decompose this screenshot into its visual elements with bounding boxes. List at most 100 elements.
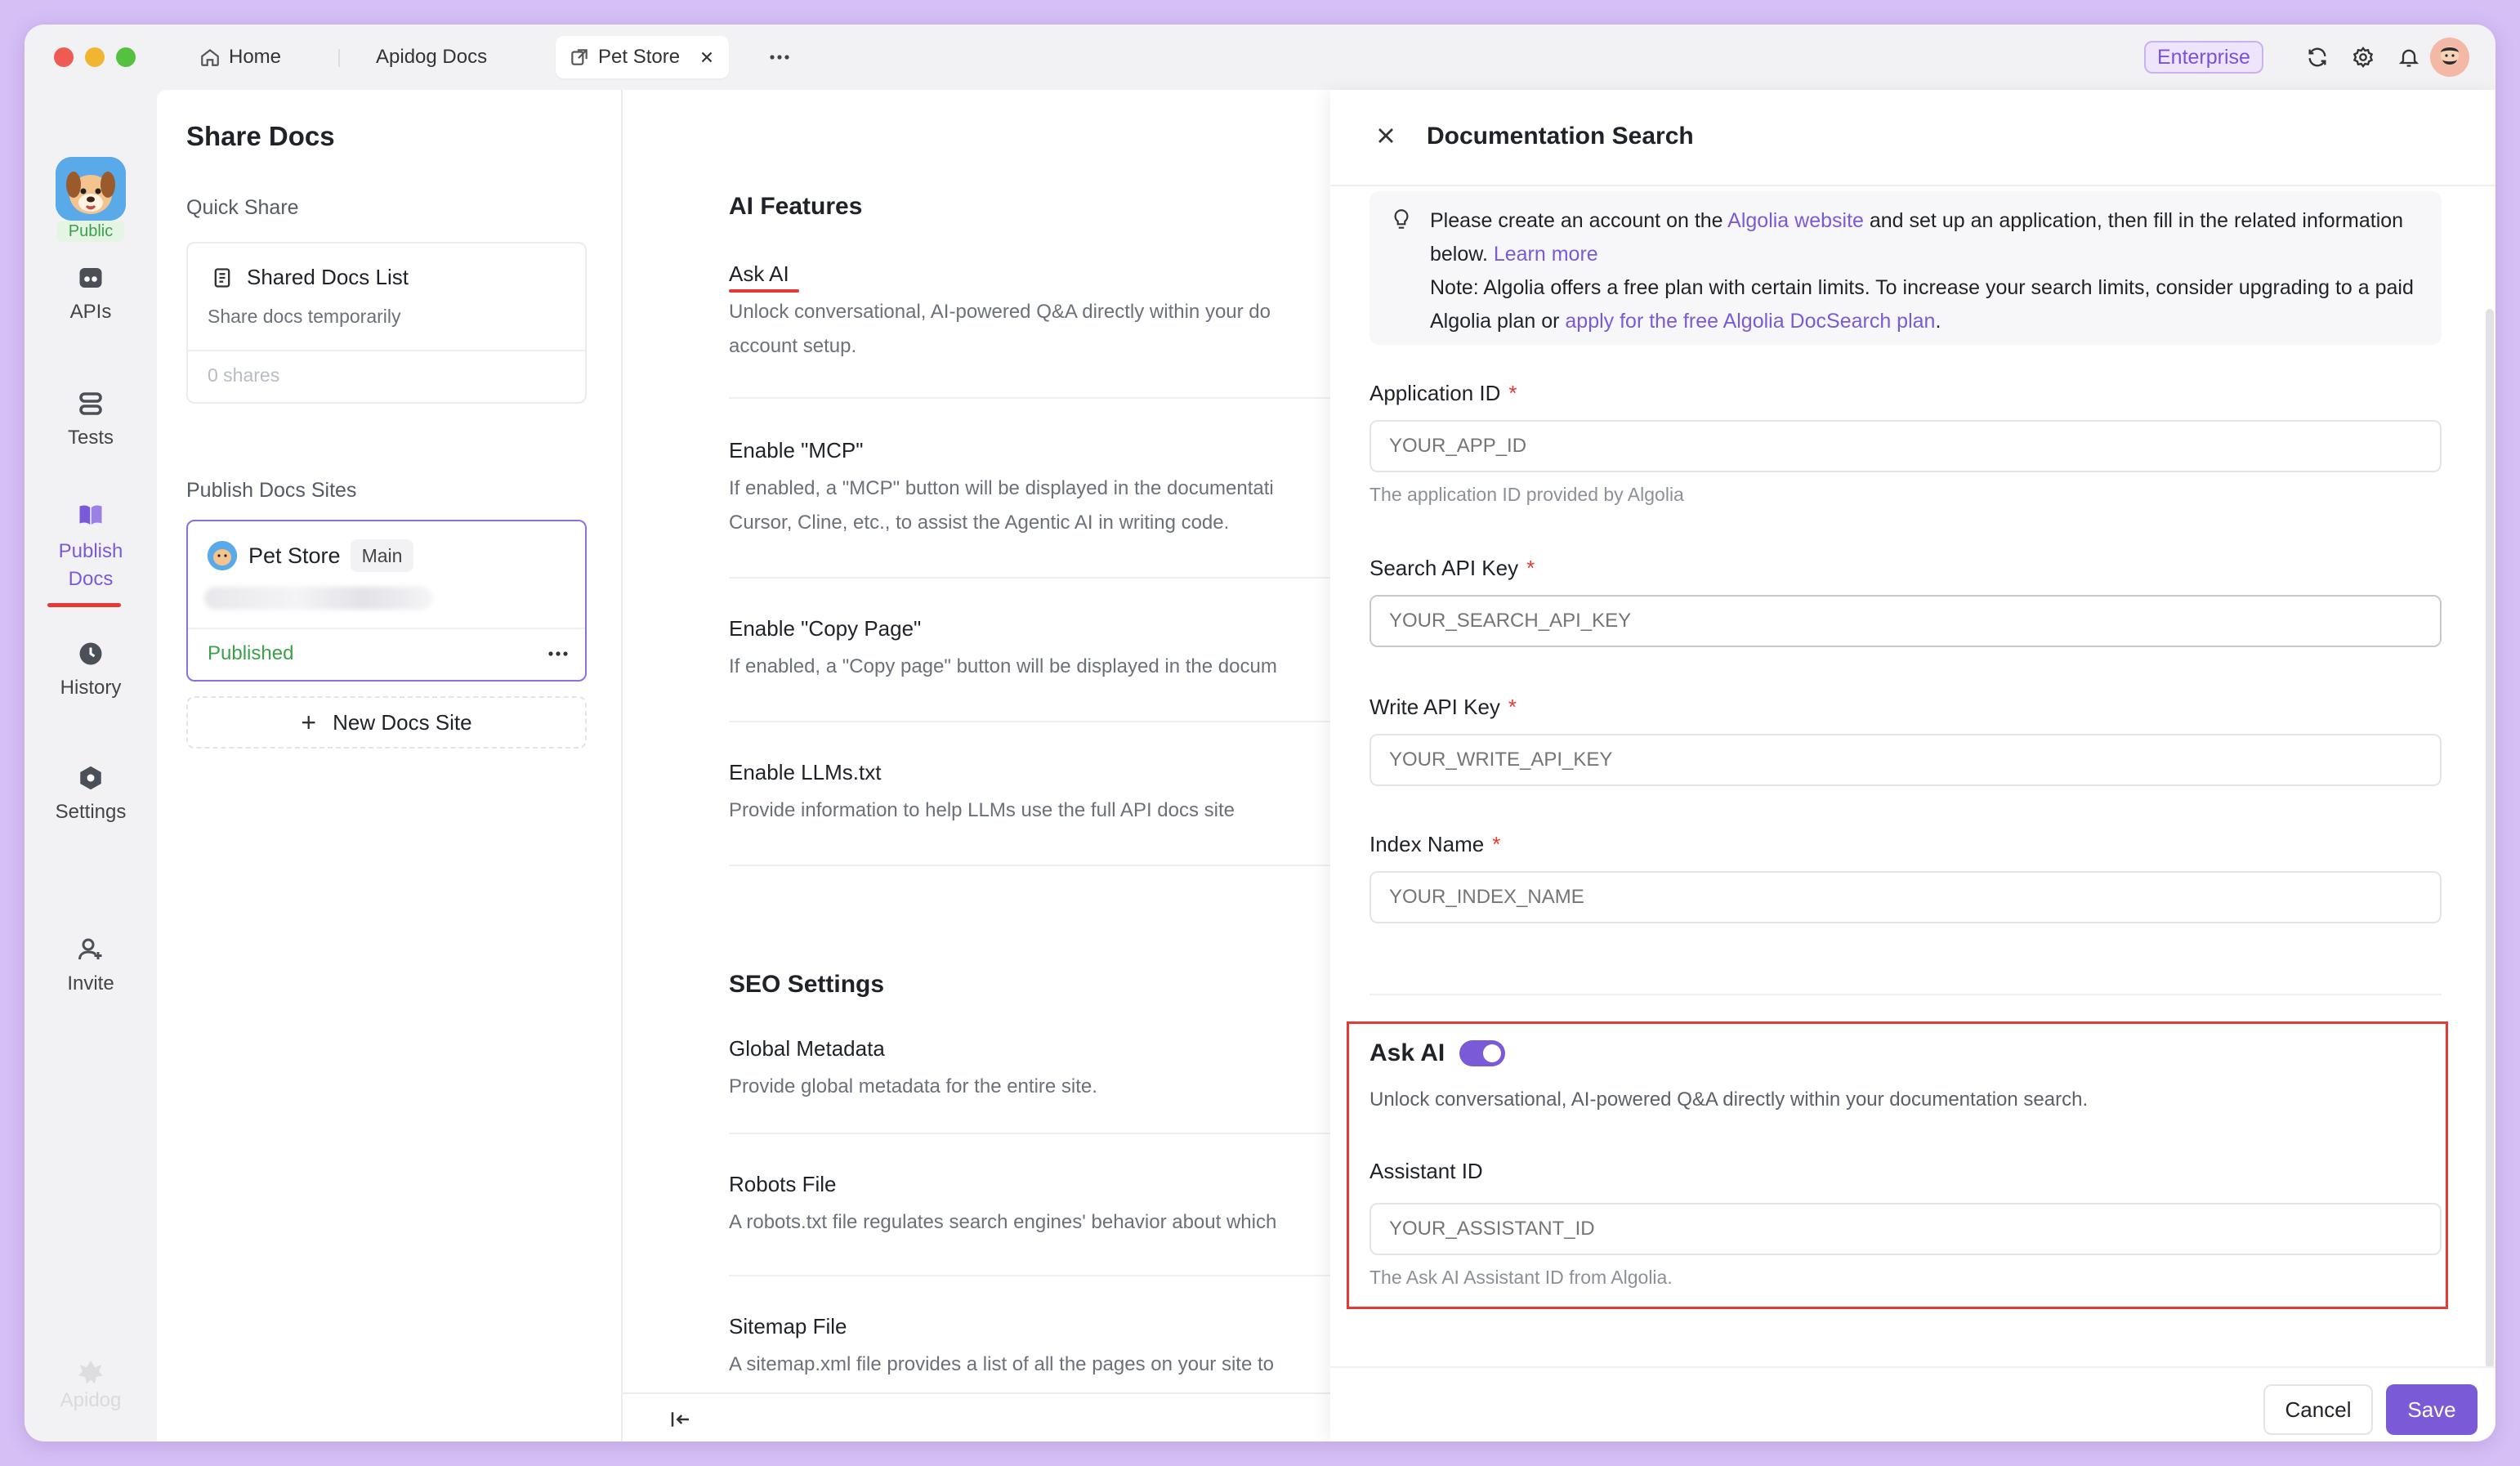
more-tabs-icon[interactable] [763,42,796,72]
docsearch-plan-link[interactable]: apply for the free Algolia DocSearch pla… [1565,310,1935,333]
title-bar: Home Apidog Docs Pet Store Enterprise [25,25,2495,90]
notice-text-1: Please create an account on the [1430,209,1728,232]
setting-enable-mcp[interactable]: Enable "MCP" If enabled, a "MCP" button … [729,438,1330,540]
setting-desc: Provide global metadata for the entire s… [729,1075,1097,1097]
visibility-badge: Public [57,221,124,242]
setting-title: Robots File [729,1172,837,1196]
new-docs-site-button[interactable]: + New Docs Site [186,696,587,749]
setting-title: Ask AI [729,261,789,286]
divider [729,397,1330,399]
nav-item-invite[interactable]: Invite [25,933,157,995]
bell-icon[interactable] [2396,44,2422,70]
setting-desc: Provide information to help LLMs use the… [729,799,1235,821]
docs-site-card[interactable]: Pet Store Main Published [186,520,587,682]
project-logo[interactable] [56,157,126,221]
collapse-panel-icon[interactable] [668,1407,693,1432]
active-annotation-underline [47,603,121,607]
close-icon[interactable] [1373,123,1399,149]
setting-title: Enable "Copy Page" [729,616,922,641]
required-mark: * [1508,381,1517,405]
drawer-scrollbar[interactable] [2486,309,2494,1368]
card-subtitle: Share docs temporarily [208,306,401,327]
save-button[interactable]: Save [2386,1384,2478,1435]
write-api-key-label: Write API Key * [1369,695,1517,720]
setting-desc-cont: account setup. [729,335,857,357]
divider [729,721,1330,722]
tab-label: Pet Store [598,46,681,68]
index-name-label: Index Name * [1369,832,1500,857]
setting-ask-ai[interactable]: Ask AI Unlock conversational, AI-powered… [729,261,1330,364]
divider [1369,994,2442,995]
nav-item-history[interactable]: History [25,637,157,699]
tab-home[interactable]: Home [186,36,294,78]
setting-title: Enable "MCP" [729,438,864,463]
setting-robots-file[interactable]: Robots File A robots.txt file regulates … [729,1172,1330,1240]
application-id-input[interactable] [1369,420,2442,472]
site-settings-panel: AI Features Ask AI Unlock conversational… [623,90,1330,1441]
ask-ai-description: Unlock conversational, AI-powered Q&A di… [1369,1088,2089,1111]
panel-title: Share Docs [186,121,335,151]
algolia-notice: Please create an account on the Algolia … [1369,191,2442,345]
clock-icon [74,637,107,670]
setting-desc: Unlock conversational, AI-powered Q&A di… [729,301,1271,323]
nav-item-settings[interactable]: Settings [25,762,157,824]
setting-enable-copy-page[interactable]: Enable "Copy Page" If enabled, a "Copy p… [729,616,1330,684]
algolia-website-link[interactable]: Algolia website [1727,209,1864,232]
shared-docs-list-card[interactable]: Shared Docs List Share docs temporarily … [186,242,587,404]
plan-badge[interactable]: Enterprise [2144,41,2263,74]
site-title: Pet Store Main [208,539,414,572]
left-nav: Public APIs Tests Publish Docs History S… [25,90,157,1441]
drawer-header: Documentation Search [1330,90,2495,186]
setting-desc: If enabled, a "Copy page" button will be… [729,655,1277,677]
refresh-icon[interactable] [2304,44,2330,70]
required-mark: * [1492,832,1501,856]
search-api-key-label: Search API Key * [1369,556,1535,581]
documentation-search-drawer: Documentation Search Please create an ac… [1330,90,2495,1441]
site-status: Published [208,642,294,664]
field-label: Index Name [1369,832,1485,856]
application-id-help: The application ID provided by Algolia [1369,484,1684,505]
write-api-key-input[interactable] [1369,734,2442,786]
card-title-text: Shared Docs List [247,265,409,289]
setting-desc: A robots.txt file regulates search engin… [729,1211,1277,1233]
divider [729,865,1330,866]
divider [729,577,1330,579]
user-avatar[interactable] [2430,38,2469,77]
seo-settings-heading: SEO Settings [729,971,885,998]
learn-more-link[interactable]: Learn more [1494,243,1598,266]
drawer-title: Documentation Search [1427,123,1694,150]
document-list-icon [214,267,230,288]
search-api-key-input[interactable] [1369,595,2442,647]
window-maximize-button[interactable] [116,47,136,67]
window-minimize-button[interactable] [85,47,105,67]
divider [188,628,585,629]
nav-item-apis[interactable]: APIs [25,261,157,324]
share-count: 0 shares [208,364,280,386]
button-label: New Docs Site [333,709,472,735]
required-mark: * [1526,556,1535,580]
more-options-icon[interactable] [546,644,570,664]
setting-sitemap-file[interactable]: Sitemap File A sitemap.xml file provides… [729,1314,1330,1382]
index-name-input[interactable] [1369,871,2442,923]
assistant-id-input[interactable] [1369,1203,2442,1255]
window-close-button[interactable] [54,47,74,67]
divider [729,1275,1330,1276]
tab-apidog-docs[interactable]: Apidog Docs [363,36,500,78]
notice-text: Please create an account on the Algolia … [1430,204,2427,338]
ask-ai-toggle-row: Ask AI [1369,1039,1506,1067]
setting-title: Enable LLMs.txt [729,760,882,784]
setting-enable-llms-txt[interactable]: Enable LLMs.txt Provide information to h… [729,760,1330,828]
close-icon[interactable] [698,48,716,66]
nav-item-publish-docs[interactable]: Publish Docs [25,498,157,593]
gear-icon[interactable] [2350,44,2376,70]
field-label: Application ID [1369,381,1501,405]
nav-item-tests[interactable]: Tests [25,387,157,449]
plus-icon: + [301,707,317,737]
apidog-logo-icon [78,1361,103,1384]
tab-pet-store[interactable]: Pet Store [556,36,730,78]
ask-ai-toggle[interactable] [1459,1040,1506,1066]
cancel-button[interactable]: Cancel [2263,1384,2373,1435]
assistant-id-label: Assistant ID [1369,1159,1483,1183]
setting-global-metadata[interactable]: Global Metadata Provide global metadata … [729,1036,1330,1104]
nav-item-label: APIs [69,301,112,323]
